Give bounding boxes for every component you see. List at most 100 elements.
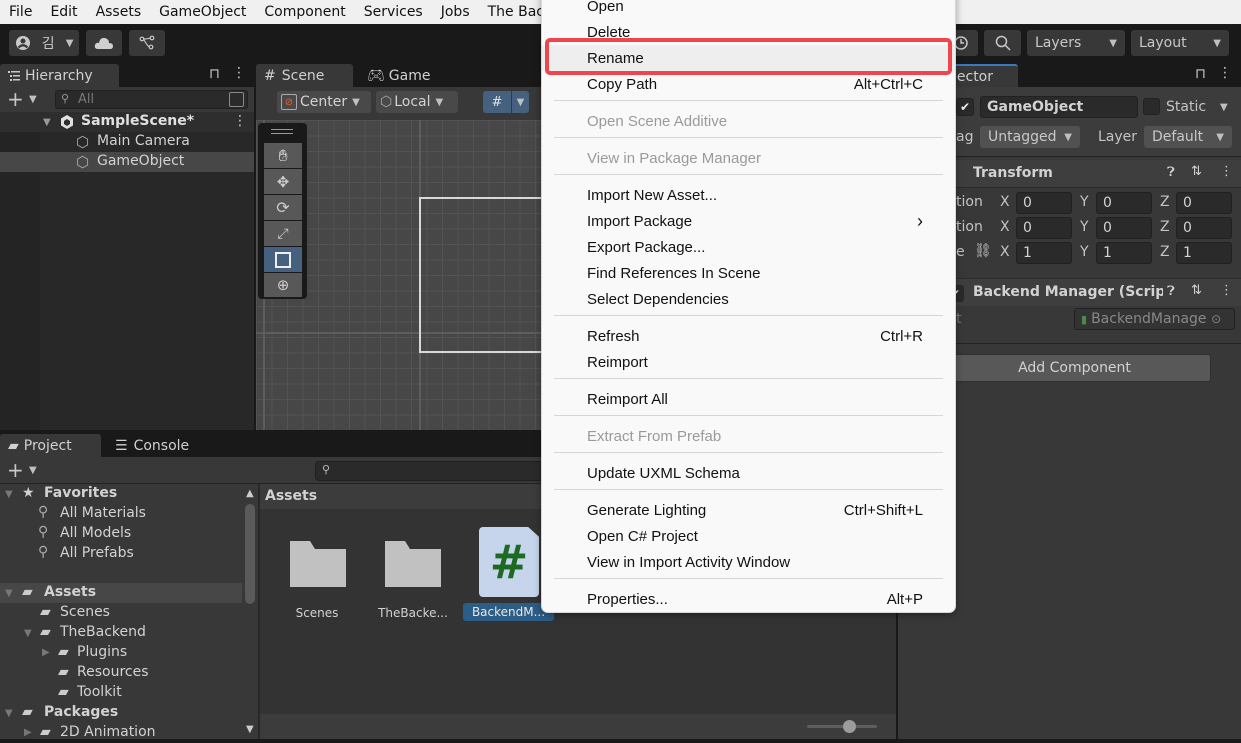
assets-row[interactable]: ▼ ▰ Assets bbox=[0, 583, 242, 603]
collab-button[interactable] bbox=[129, 30, 165, 56]
layout-dropdown[interactable]: Layout ▼ bbox=[1131, 30, 1229, 56]
menu-gameobject[interactable]: GameObject bbox=[150, 4, 255, 20]
transform-field-y[interactable]: 0 bbox=[1096, 217, 1152, 239]
transform-field-y[interactable]: 0 bbox=[1096, 192, 1152, 214]
drag-handle[interactable] bbox=[271, 129, 293, 134]
menu-item-properties[interactable]: Properties... Alt+P bbox=[542, 586, 955, 612]
zoom-slider-thumb[interactable] bbox=[843, 720, 856, 733]
menu-item-import-package[interactable]: Import Package › bbox=[542, 208, 955, 234]
lock-icon[interactable]: ⊓ bbox=[209, 66, 220, 82]
chevron-down-icon[interactable]: ▼ bbox=[29, 94, 37, 105]
menu-item-view-in-import-activity-window[interactable]: View in Import Activity Window bbox=[542, 549, 955, 575]
transform-field-x[interactable]: 1 bbox=[1016, 242, 1072, 264]
preset-icon[interactable]: ⇅ bbox=[1191, 283, 1202, 298]
lock-icon[interactable]: ⊓ bbox=[1195, 66, 1206, 82]
script-object-field[interactable]: ▮ BackendManage ⊙ bbox=[1074, 308, 1235, 330]
axis-label-x[interactable]: X bbox=[1000, 244, 1010, 260]
menu-jobs[interactable]: Jobs bbox=[432, 4, 479, 20]
tab-hierarchy[interactable]: Hierarchy bbox=[0, 64, 119, 87]
grid-snap-button[interactable]: # bbox=[483, 91, 511, 113]
axis-label-y[interactable]: Y bbox=[1080, 244, 1089, 260]
search-options-icon[interactable] bbox=[229, 92, 244, 107]
project-search-input[interactable]: ⚲ bbox=[315, 461, 555, 481]
more-options-icon[interactable]: ⋮ bbox=[232, 65, 246, 81]
menu-item-reimport[interactable]: Reimport bbox=[542, 349, 955, 375]
help-icon[interactable]: ❓︎ bbox=[1167, 165, 1175, 180]
menu-item-import-new-asset[interactable]: Import New Asset... bbox=[542, 182, 955, 208]
static-dropdown-icon[interactable]: ▼ bbox=[1220, 102, 1228, 113]
tab-game[interactable]: 🎮︎ Game bbox=[359, 64, 449, 87]
more-options-icon[interactable]: ⋮ bbox=[1218, 65, 1232, 81]
account-dropdown[interactable]: 김 ▼ bbox=[9, 30, 79, 56]
axis-label-z[interactable]: Z bbox=[1160, 194, 1170, 210]
menu-file[interactable]: File bbox=[0, 4, 41, 20]
add-component-button[interactable]: Add Component bbox=[938, 354, 1211, 382]
more-options-icon[interactable]: ⋮ bbox=[1220, 164, 1233, 179]
asset-item[interactable]: TheBacke... bbox=[371, 534, 455, 620]
menu-item-update-uxml-schema[interactable]: Update UXML Schema bbox=[542, 460, 955, 486]
scale-tool[interactable]: ⤢ bbox=[264, 221, 302, 246]
axis-label-z[interactable]: Z bbox=[1160, 219, 1170, 235]
menu-item-refresh[interactable]: Refresh Ctrl+R bbox=[542, 323, 955, 349]
expand-arrow-icon[interactable]: ▼ bbox=[5, 708, 13, 719]
tree-scrollbar[interactable]: ▲ ▼ bbox=[242, 484, 258, 739]
space-dropdown[interactable]: ⬡ Local ▼ bbox=[376, 91, 458, 113]
move-tool[interactable]: ✥ bbox=[264, 169, 302, 194]
menu-item-find-references-in-scene[interactable]: Find References In Scene bbox=[542, 260, 955, 286]
scrollbar-thumb[interactable] bbox=[245, 504, 255, 604]
hierarchy-search-input[interactable]: ⚲ All bbox=[55, 90, 248, 109]
menu-item-generate-lighting[interactable]: Generate Lighting Ctrl+Shift+L bbox=[542, 497, 955, 523]
hierarchy-item-selected[interactable]: ⬡ GameObject bbox=[0, 152, 254, 172]
grid-snap-dropdown[interactable]: ▼ bbox=[512, 91, 529, 113]
favorite-item[interactable]: ⚲ All Models bbox=[0, 524, 258, 544]
axis-label-y[interactable]: Y bbox=[1080, 194, 1089, 210]
object-picker-icon[interactable]: ⊙ bbox=[1211, 312, 1221, 326]
folder-item[interactable]: ▰ Resources bbox=[0, 663, 258, 683]
packages-row[interactable]: ▼ ▰ Packages bbox=[0, 703, 258, 723]
rect-tool[interactable] bbox=[264, 247, 302, 272]
axis-label-x[interactable]: X bbox=[1000, 219, 1010, 235]
scroll-up-icon[interactable]: ▲ bbox=[246, 488, 254, 499]
menu-item-open-c#-project[interactable]: Open C# Project bbox=[542, 523, 955, 549]
transform-tool[interactable]: ⊕ bbox=[264, 273, 302, 297]
more-options-icon[interactable]: ⋮ bbox=[1220, 283, 1233, 298]
cloud-button[interactable] bbox=[86, 30, 122, 56]
zoom-slider[interactable] bbox=[807, 720, 877, 733]
scroll-down-icon[interactable]: ▼ bbox=[246, 724, 254, 735]
folder-item[interactable]: ▶ ▰ 2D Animation bbox=[0, 723, 258, 743]
breadcrumb[interactable]: Assets bbox=[265, 488, 317, 504]
tag-dropdown[interactable]: Untagged ▼ bbox=[980, 126, 1080, 148]
favorites-row[interactable]: ▼ ★ Favorites bbox=[0, 484, 258, 504]
collapse-arrow-icon[interactable]: ▶ bbox=[42, 647, 50, 658]
rotate-tool[interactable]: ⟳ bbox=[264, 195, 302, 220]
asset-item[interactable]: Scenes bbox=[285, 534, 349, 620]
favorite-item[interactable]: ⚲ All Materials bbox=[0, 504, 258, 524]
scene-more-icon[interactable]: ⋮ bbox=[233, 113, 247, 129]
hierarchy-item[interactable]: ⬡ Main Camera bbox=[0, 132, 254, 152]
scene-row[interactable]: ▼ SampleScene* ⋮ bbox=[0, 112, 254, 132]
constrain-proportions-icon[interactable]: ⛓ bbox=[974, 243, 992, 259]
transform-field-z[interactable]: 0 bbox=[1176, 192, 1232, 214]
menu-edit[interactable]: Edit bbox=[41, 4, 86, 20]
menu-item-reimport-all[interactable]: Reimport All bbox=[542, 386, 955, 412]
axis-label-x[interactable]: X bbox=[1000, 194, 1010, 210]
menu-component[interactable]: Component bbox=[255, 4, 354, 20]
transform-field-x[interactable]: 0 bbox=[1016, 192, 1072, 214]
transform-field-z[interactable]: 0 bbox=[1176, 217, 1232, 239]
layers-dropdown[interactable]: Layers ▼ bbox=[1027, 30, 1125, 56]
folder-item[interactable]: ▶ ▰ Plugins bbox=[0, 643, 258, 663]
static-checkbox[interactable] bbox=[1143, 98, 1160, 115]
expand-arrow-icon[interactable]: ▼ bbox=[5, 588, 13, 599]
menu-services[interactable]: Services bbox=[355, 4, 432, 20]
menu-item-export-package[interactable]: Export Package... bbox=[542, 234, 955, 260]
active-checkbox[interactable]: ✔ bbox=[956, 98, 974, 116]
menu-item-select-dependencies[interactable]: Select Dependencies bbox=[542, 286, 955, 312]
expand-arrow-icon[interactable]: ▼ bbox=[43, 117, 51, 128]
scene-viewport[interactable]: ✋︎ ✥ ⟳ ⤢ ⊕ bbox=[256, 120, 559, 430]
add-icon[interactable]: + bbox=[7, 87, 24, 111]
expand-arrow-icon[interactable]: ▼ bbox=[24, 628, 32, 639]
folder-item[interactable]: ▰ Scenes bbox=[0, 603, 258, 623]
collapse-arrow-icon[interactable]: ▶ bbox=[24, 727, 32, 738]
layer-dropdown[interactable]: Default ▼ bbox=[1144, 126, 1232, 148]
pivot-dropdown[interactable]: ⊘ Center ▼ bbox=[277, 91, 371, 113]
